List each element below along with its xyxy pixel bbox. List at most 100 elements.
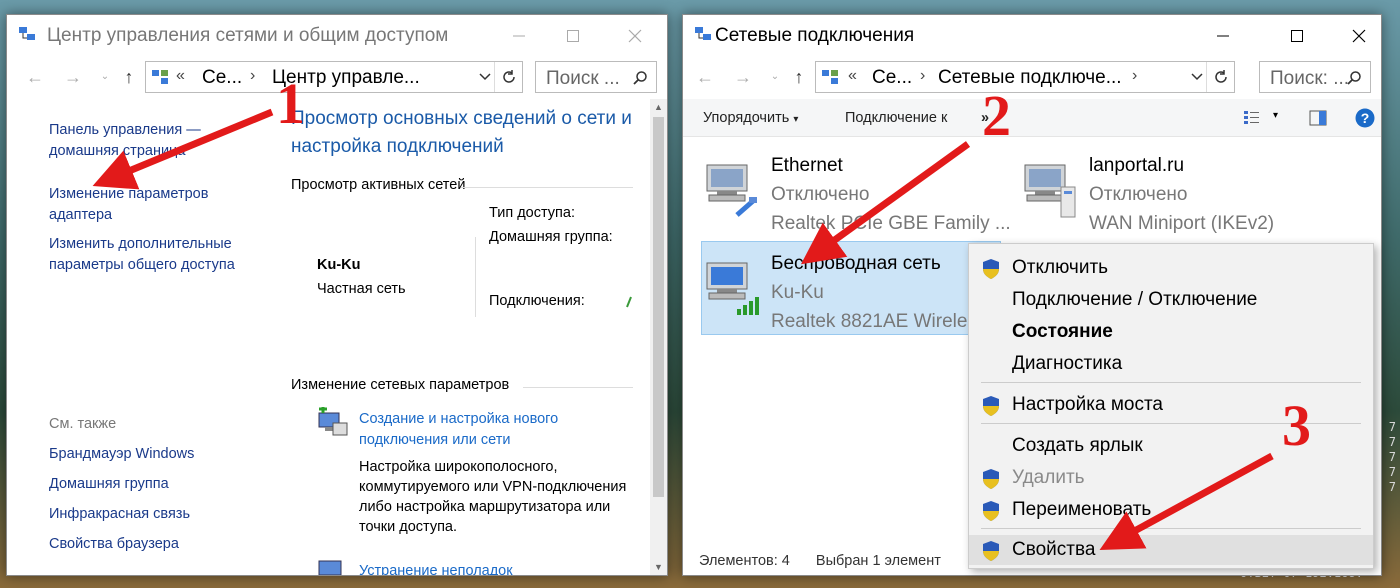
maximize-button[interactable] bbox=[1267, 15, 1327, 57]
menu-item-properties[interactable]: Свойства bbox=[969, 535, 1373, 565]
status-selected-count: Выбран 1 элемент bbox=[815, 553, 941, 569]
divider bbox=[523, 387, 633, 388]
sidebar-adapter-link[interactable]: Изменение параметров адаптера bbox=[49, 184, 239, 226]
sidebar-home-link[interactable]: Панель управления — домашняя страница bbox=[49, 120, 229, 162]
close-button[interactable] bbox=[1329, 15, 1381, 57]
annotation-number-1: 1 bbox=[276, 71, 305, 136]
menu-item-bridge[interactable]: Настройка моста bbox=[969, 390, 1373, 420]
minimize-icon bbox=[1217, 35, 1229, 37]
minimize-icon bbox=[513, 35, 525, 37]
close-button[interactable] bbox=[605, 15, 665, 57]
sidebar-sharing-link[interactable]: Изменить дополнительные параметры общего… bbox=[49, 234, 249, 276]
menu-item-diagnostics[interactable]: Диагностика bbox=[969, 349, 1373, 379]
menu-item-rename[interactable]: Переименовать bbox=[969, 495, 1373, 525]
address-bar[interactable]: « Се... › Центр управле... bbox=[145, 61, 523, 93]
troubleshoot-icon bbox=[318, 560, 342, 575]
menu-item-delete[interactable]: Удалить bbox=[969, 463, 1373, 493]
see-also-infrared[interactable]: Инфракрасная связь bbox=[49, 504, 190, 525]
scroll-down-icon[interactable]: ▼ bbox=[650, 559, 667, 575]
preview-pane-icon[interactable] bbox=[1309, 110, 1327, 126]
network-name: Ku-Ku bbox=[317, 257, 361, 273]
network-center-window: Центр управления сетями и общим доступом… bbox=[6, 14, 668, 576]
menu-item-disable[interactable]: Отключить bbox=[969, 253, 1373, 283]
navigation-bar: ← → ⌄ ↑ « Се... › Центр управле... Поиск… bbox=[7, 59, 667, 95]
breadcrumb-separator-icon: › bbox=[920, 67, 926, 84]
search-placeholder: Поиск: ... bbox=[1270, 68, 1350, 89]
refresh-button[interactable] bbox=[1206, 62, 1234, 92]
network-type: Частная сеть bbox=[317, 281, 406, 297]
control-panel-icon bbox=[152, 70, 168, 84]
menu-item-status[interactable]: Состояние bbox=[969, 317, 1373, 347]
breadcrumb-item[interactable]: Се... bbox=[202, 67, 242, 89]
active-networks-header: Просмотр активных сетей bbox=[291, 177, 466, 193]
back-arrow-icon[interactable]: ← bbox=[25, 67, 45, 87]
menu-item-connect-disconnect[interactable]: Подключение / Отключение bbox=[969, 285, 1373, 315]
breadcrumb-item[interactable]: Се... bbox=[872, 67, 912, 89]
connection-name: Ethernet bbox=[771, 155, 843, 176]
uac-shield-icon bbox=[983, 541, 999, 561]
divider bbox=[461, 187, 633, 188]
minimize-button[interactable] bbox=[489, 15, 549, 57]
wifi-signal-icon[interactable] bbox=[625, 293, 635, 309]
svg-text:?: ? bbox=[1361, 110, 1370, 126]
close-icon bbox=[1352, 29, 1366, 43]
breadcrumb-separator-icon: › bbox=[1132, 67, 1138, 84]
forward-arrow-icon[interactable]: → bbox=[63, 67, 83, 87]
up-arrow-icon[interactable]: ↑ bbox=[119, 67, 139, 87]
address-bar[interactable]: « Се... › Сетевые подключе... › bbox=[815, 61, 1235, 93]
status-bar: Элементов: 4 Выбран 1 элемент bbox=[699, 553, 941, 569]
refresh-button[interactable] bbox=[494, 62, 522, 92]
up-arrow-icon[interactable]: ↑ bbox=[789, 67, 809, 87]
see-also-firewall[interactable]: Брандмауэр Windows bbox=[49, 444, 194, 465]
see-also-label: См. также bbox=[49, 416, 117, 432]
window-title: Сетевые подключения bbox=[715, 25, 915, 46]
uac-shield-icon bbox=[983, 501, 999, 521]
vertical-scrollbar[interactable]: ▲ ▼ bbox=[650, 99, 667, 575]
back-arrow-icon[interactable]: ← bbox=[695, 67, 715, 87]
task-new-connection: Создание и настройка нового подключения … bbox=[359, 409, 629, 537]
breadcrumb-overflow-icon: « bbox=[176, 67, 185, 84]
connection-status: Отключено bbox=[771, 184, 870, 205]
search-input[interactable]: Поиск: ... bbox=[1259, 61, 1371, 93]
scroll-thumb[interactable] bbox=[653, 117, 664, 497]
connect-to-button[interactable]: Подключение к bbox=[845, 110, 947, 126]
chevron-down-icon[interactable] bbox=[1190, 70, 1204, 84]
task-new-connection-link[interactable]: Создание и настройка нового подключения … bbox=[359, 409, 629, 451]
see-also-homegroup[interactable]: Домашняя группа bbox=[49, 474, 169, 495]
menu-separator bbox=[981, 382, 1361, 383]
network-center-icon bbox=[19, 27, 35, 40]
scroll-up-icon[interactable]: ▲ bbox=[650, 99, 667, 115]
breadcrumb-separator-icon: › bbox=[250, 67, 256, 84]
connection-item-ethernet[interactable]: Ethernet Отключено Realtek PCIe GBE Fami… bbox=[701, 155, 1011, 245]
connection-item-wireless[interactable]: Беспроводная сеть Ku-Ku Realtek 8821AE W… bbox=[701, 253, 1001, 343]
connection-name: lanportal.ru bbox=[1089, 155, 1185, 176]
chevron-down-icon[interactable] bbox=[478, 70, 492, 84]
breadcrumb-item[interactable]: Сетевые подключе... bbox=[938, 67, 1122, 89]
chevron-down-icon: ▾ bbox=[793, 114, 799, 125]
chevron-down-icon[interactable]: ▾ bbox=[1273, 110, 1278, 121]
access-type-label: Тип доступа: bbox=[489, 205, 575, 221]
uac-shield-icon bbox=[983, 469, 999, 489]
connection-item-lanportal[interactable]: lanportal.ru Отключено WAN Miniport (IKE… bbox=[1019, 155, 1359, 245]
recent-chevron-icon[interactable]: ⌄ bbox=[765, 67, 785, 87]
connection-device: Realtek PCIe GBE Family ... bbox=[771, 213, 1011, 234]
help-icon[interactable]: ? bbox=[1355, 108, 1375, 128]
refresh-icon bbox=[1214, 70, 1227, 83]
titlebar: Центр управления сетями и общим доступом bbox=[7, 15, 667, 57]
forward-arrow-icon[interactable]: → bbox=[733, 67, 753, 87]
annotation-number-3: 3 bbox=[1282, 393, 1311, 458]
view-options-icon[interactable] bbox=[1243, 110, 1261, 126]
see-also-browser[interactable]: Свойства браузера bbox=[49, 534, 179, 555]
command-toolbar: Упорядочить ▾ Подключение к » ▾ ? bbox=[683, 99, 1381, 137]
search-input[interactable]: Поиск ... bbox=[535, 61, 657, 93]
window-title: Центр управления сетями и общим доступом bbox=[47, 25, 449, 46]
organize-button[interactable]: Упорядочить ▾ bbox=[703, 110, 798, 126]
task-troubleshoot-link[interactable]: Устранение неполадок bbox=[359, 561, 629, 575]
search-placeholder: Поиск ... bbox=[546, 68, 620, 89]
recent-chevron-icon[interactable]: ⌄ bbox=[95, 67, 115, 87]
breadcrumb-overflow-icon: « bbox=[848, 67, 857, 84]
menu-item-shortcut[interactable]: Создать ярлык bbox=[969, 431, 1373, 461]
refresh-icon bbox=[502, 70, 515, 83]
minimize-button[interactable] bbox=[1193, 15, 1253, 57]
maximize-button[interactable] bbox=[543, 15, 603, 57]
